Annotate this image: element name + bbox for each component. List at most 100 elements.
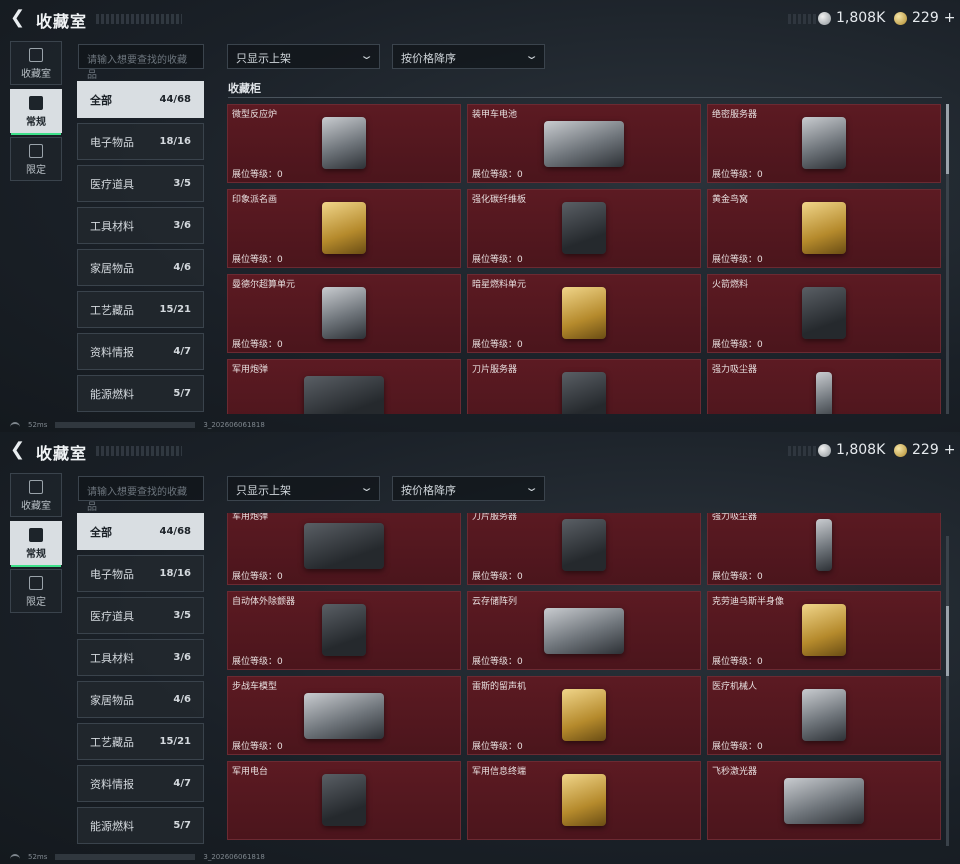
category-count: 4/7 (173, 778, 191, 789)
item-card[interactable]: 火箭燃料 展位等级：0 (707, 274, 941, 353)
tab-collection-room[interactable]: 收藏室 (10, 473, 62, 517)
category-crafts[interactable]: 工艺藏品 15/21 (77, 723, 204, 760)
back-arrow-icon[interactable]: ❮ (10, 441, 28, 459)
category-intel[interactable]: 资料情报 4/7 (77, 765, 204, 802)
category-tools[interactable]: 工具材料 3/6 (77, 639, 204, 676)
scroll-thumb[interactable] (946, 606, 949, 676)
item-level: 展位等级：0 (232, 255, 283, 265)
scroll-thumb[interactable] (946, 104, 949, 174)
server-icon (802, 117, 846, 169)
item-card[interactable]: 云存储阵列 展位等级：0 (467, 591, 701, 670)
item-card[interactable]: 军用炮弹展位等级：0 (227, 513, 461, 585)
item-card[interactable]: 雷斯的留声机 展位等级：0 (467, 676, 701, 755)
display-filter-value: 只显示上架 (236, 52, 291, 65)
item-card[interactable]: 医疗机械人 展位等级：0 (707, 676, 941, 755)
add-gold-button[interactable]: + (944, 442, 956, 458)
title-decoration (96, 446, 182, 456)
currency-decoration (788, 14, 818, 24)
gold-currency[interactable]: 229 + (894, 10, 955, 26)
tab-label: 限定 (26, 165, 46, 176)
item-card[interactable]: 刀片服务器展位等级：0 (467, 359, 701, 414)
storage-array-icon (544, 608, 624, 654)
tab-label: 常规 (26, 549, 46, 560)
tab-limited[interactable]: 限定 (10, 569, 62, 613)
scrollbar[interactable] (946, 104, 949, 414)
add-gold-button[interactable]: + (944, 10, 956, 26)
item-card[interactable]: 军用信息终端 (467, 761, 701, 840)
category-list: 全部 44/68 电子物品 18/16 医疗道具 3/5 工具材料 3/6 家居物品 4/… (77, 513, 204, 849)
tab-regular[interactable]: 常规 (10, 89, 62, 135)
item-card[interactable]: 暗星燃料单元 展位等级：0 (467, 274, 701, 353)
category-electronics[interactable]: 电子物品 18/16 (77, 123, 204, 160)
item-card[interactable]: 刀片服务器展位等级：0 (467, 513, 701, 585)
category-count: 4/7 (173, 346, 191, 357)
scrollbar[interactable] (946, 536, 949, 846)
category-count: 44/68 (159, 94, 191, 105)
collection-room-icon (29, 48, 43, 62)
tab-collection-room[interactable]: 收藏室 (10, 41, 62, 85)
category-crafts[interactable]: 工艺藏品 15/21 (77, 291, 204, 328)
item-card[interactable]: 强化碳纤维板 展位等级：0 (467, 189, 701, 268)
build-id: 3_202606061818 (203, 853, 265, 861)
fuel-can-icon (802, 287, 846, 339)
sort-dropdown[interactable]: 按价格降序 ⌄ (392, 476, 545, 501)
chevron-down-icon: ⌄ (359, 49, 374, 62)
item-card[interactable]: 黄金鸟窝 展位等级：0 (707, 189, 941, 268)
carbon-plate-icon (562, 202, 606, 254)
item-name: 克劳迪乌斯半身像 (712, 597, 785, 607)
item-card[interactable]: 微型反应炉 展位等级：0 (227, 104, 461, 183)
gramophone-icon (562, 689, 606, 741)
blade-server-icon (562, 372, 606, 414)
category-count: 15/21 (159, 736, 191, 747)
item-level: 展位等级：0 (472, 340, 523, 350)
item-card[interactable]: 装甲车电池 展位等级：0 (467, 104, 701, 183)
tab-label: 常规 (26, 117, 46, 128)
display-filter-dropdown[interactable]: 只显示上架 ⌄ (227, 476, 380, 501)
item-card[interactable]: 强力吸尘器展位等级：0 (707, 359, 941, 414)
item-card[interactable]: 印象派名画 展位等级：0 (227, 189, 461, 268)
item-card[interactable]: 军用电台 (227, 761, 461, 840)
back-arrow-icon[interactable]: ❮ (10, 9, 28, 27)
item-card[interactable]: 军用炮弹展位等级：0 (227, 359, 461, 414)
title-decoration (96, 14, 182, 24)
item-grid: 展位等级：0 展位等级：0 展位等级：0 军用炮弹展位等级：0 刀片服务器展位等… (227, 513, 943, 840)
item-name: 强力吸尘器 (712, 513, 758, 522)
redacted-id (55, 854, 196, 860)
category-all[interactable]: 全部 44/68 (77, 81, 204, 118)
tab-limited[interactable]: 限定 (10, 137, 62, 181)
regular-icon (29, 96, 43, 110)
item-card[interactable]: 曼德尔超算单元 展位等级：0 (227, 274, 461, 353)
search-input[interactable]: 请输入想要查找的收藏品 (78, 476, 204, 513)
item-name: 军用炮弹 (232, 513, 269, 522)
category-count: 4/6 (173, 694, 191, 705)
gold-currency[interactable]: 229 + (894, 442, 955, 458)
category-count: 18/16 (159, 136, 191, 147)
display-filter-dropdown[interactable]: 只显示上架 ⌄ (227, 44, 380, 69)
category-medical[interactable]: 医疗道具 3/5 (77, 165, 204, 202)
item-level: 展位等级：0 (472, 255, 523, 265)
category-electronics[interactable]: 电子物品 18/16 (77, 555, 204, 592)
item-card[interactable]: 自动体外除颤器 展位等级：0 (227, 591, 461, 670)
category-tools[interactable]: 工具材料 3/6 (77, 207, 204, 244)
item-card[interactable]: 克劳迪乌斯半身像 展位等级：0 (707, 591, 941, 670)
sort-dropdown[interactable]: 按价格降序 ⌄ (392, 44, 545, 69)
item-name: 暗星燃料单元 (472, 280, 527, 290)
page-title: 收藏室 (36, 444, 88, 463)
item-card[interactable]: 步战车模型 展位等级：0 (227, 676, 461, 755)
search-input[interactable]: 请输入想要查找的收藏品 (78, 44, 204, 81)
category-count: 4/6 (173, 262, 191, 273)
category-energy[interactable]: 能源燃料 5/7 (77, 375, 204, 412)
category-energy[interactable]: 能源燃料 5/7 (77, 807, 204, 844)
category-household[interactable]: 家居物品 4/6 (77, 249, 204, 286)
title-bar: ❮ 收藏室 1,808K 229 + (0, 438, 960, 464)
status-bar: 52ms 3_202606061818 (10, 421, 265, 429)
category-intel[interactable]: 资料情报 4/7 (77, 333, 204, 370)
item-level: 展位等级：0 (472, 572, 523, 582)
item-card[interactable]: 绝密服务器 展位等级：0 (707, 104, 941, 183)
category-medical[interactable]: 医疗道具 3/5 (77, 597, 204, 634)
item-card[interactable]: 强力吸尘器展位等级：0 (707, 513, 941, 585)
item-card[interactable]: 飞秒激光器 (707, 761, 941, 840)
category-all[interactable]: 全部 44/68 (77, 513, 204, 550)
category-household[interactable]: 家居物品 4/6 (77, 681, 204, 718)
tab-regular[interactable]: 常规 (10, 521, 62, 567)
